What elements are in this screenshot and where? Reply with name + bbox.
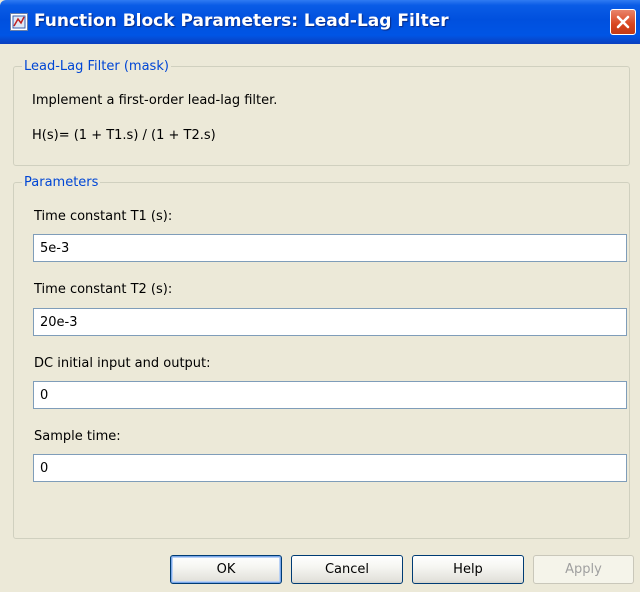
mask-group: Lead-Lag Filter (mask) — [13, 59, 630, 166]
dc-initial-label: DC initial input and output: — [34, 356, 211, 371]
simulink-block-icon — [10, 13, 28, 35]
t1-label: Time constant T1 (s): — [34, 209, 173, 224]
mask-legend: Lead-Lag Filter (mask) — [24, 59, 169, 74]
close-button[interactable] — [610, 9, 636, 35]
mask-equation: H(s)= (1 + T1.s) / (1 + T2.s) — [32, 128, 216, 143]
t1-input[interactable] — [33, 234, 627, 262]
dialog-body: Lead-Lag Filter (mask) Implement a first… — [3, 44, 637, 592]
window-title: Function Block Parameters: Lead-Lag Filt… — [34, 11, 449, 31]
sample-time-label: Sample time: — [34, 429, 121, 444]
help-button[interactable]: Help — [412, 555, 524, 584]
sample-time-input[interactable] — [33, 454, 627, 482]
dc-initial-input[interactable] — [33, 381, 627, 409]
parameters-legend: Parameters — [24, 175, 99, 190]
apply-button: Apply — [533, 555, 634, 584]
title-bar[interactable]: Function Block Parameters: Lead-Lag Filt… — [0, 0, 640, 44]
mask-description: Implement a first-order lead-lag filter. — [32, 93, 278, 108]
close-icon — [616, 15, 630, 29]
ok-button[interactable]: OK — [170, 555, 282, 584]
t2-label: Time constant T2 (s): — [34, 282, 173, 297]
cancel-button[interactable]: Cancel — [291, 555, 403, 584]
t2-input[interactable] — [33, 308, 627, 336]
